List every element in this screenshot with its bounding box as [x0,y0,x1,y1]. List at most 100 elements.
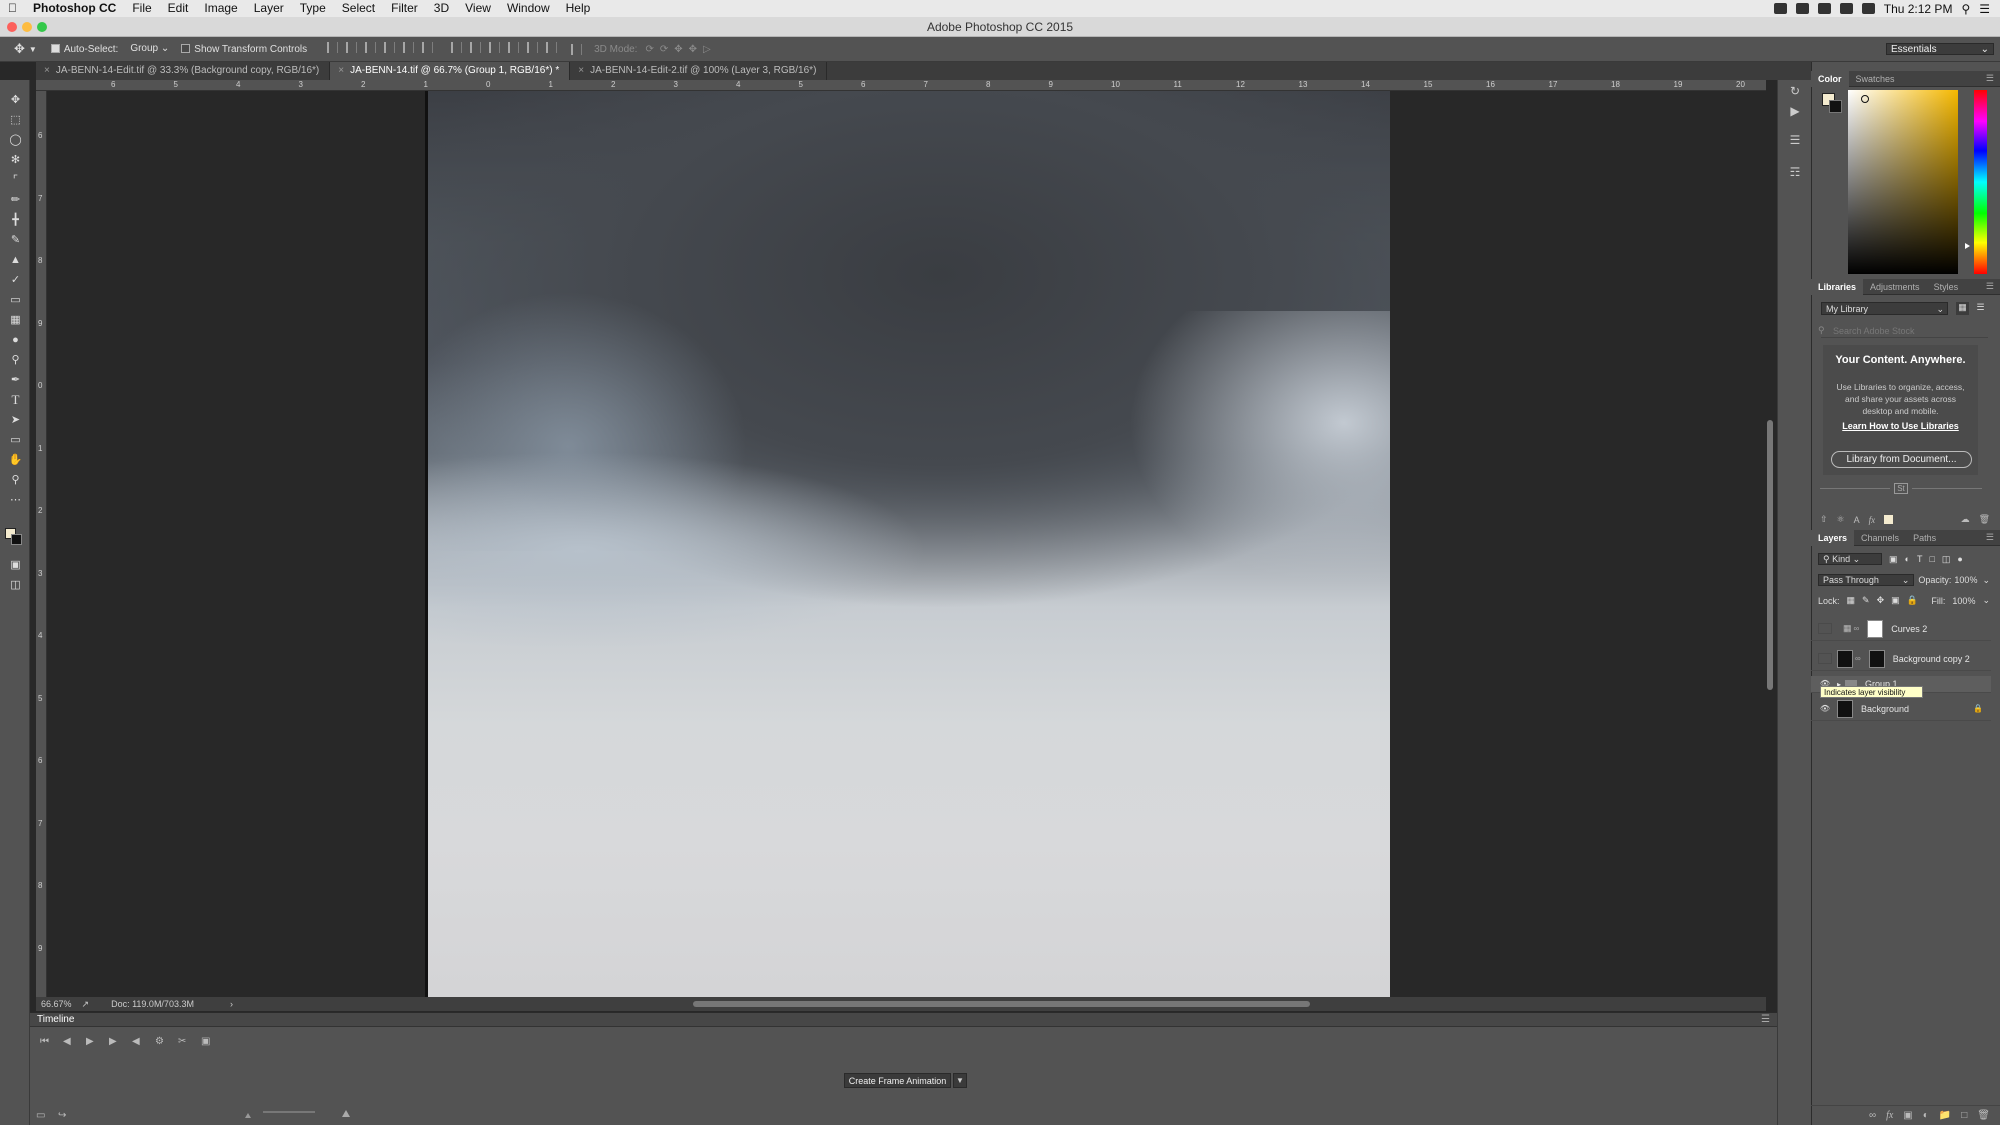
layer-mask-thumbnail[interactable] [1867,619,1884,638]
align-left-icon[interactable] [384,42,396,53]
play-icon[interactable]: ▶ [86,1036,94,1047]
menu-layer[interactable]: Layer [246,0,292,17]
new-layer-icon[interactable]: □ [1961,1110,1967,1121]
align-top-icon[interactable] [327,42,339,53]
filter-smart-object-icon[interactable]: ◫ [1942,554,1951,565]
distribute-hcenter-icon[interactable] [527,42,539,53]
visibility-toggle-empty[interactable] [1818,653,1832,664]
menu-filter[interactable]: Filter [383,0,426,17]
mask-link-icon[interactable]: ∞ [1855,654,1861,663]
distribute-top-icon[interactable] [451,42,463,53]
audio-icon[interactable]: ◀ [132,1036,140,1047]
render-icon[interactable]: ↪ [58,1110,66,1121]
align-vcenter-icon[interactable] [346,42,358,53]
settings-icon[interactable]: ⚙ [155,1036,164,1047]
new-group-icon[interactable]: 📁 [1939,1110,1951,1121]
distribute-right-icon[interactable] [546,42,558,53]
menu-window[interactable]: Window [499,0,558,17]
layer-name[interactable]: Curves 2 [1891,624,1927,634]
wifi-icon[interactable] [1861,3,1875,14]
actions-panel-icon[interactable]: ▶ [1787,104,1803,118]
airplay-icon[interactable] [1817,3,1831,14]
zoom-out-icon[interactable] [245,1112,251,1118]
dodge-tool-icon[interactable]: ⚲ [8,353,23,366]
apple-icon[interactable]:  [0,0,25,17]
3d-mode-icons[interactable]: ⟳⟳✥✥▷ [645,44,716,55]
new-adjustment-layer-icon[interactable]: ◐ [1923,1110,1929,1121]
tab-channels[interactable]: Channels [1854,530,1906,546]
edit-toolbar-icon[interactable]: ⋯ [8,493,23,506]
close-window-icon[interactable] [7,22,17,32]
color-saturation-field[interactable] [1848,90,1958,274]
hue-slider[interactable] [1974,90,1987,274]
close-tab-icon[interactable]: × [578,65,584,76]
grid-view-icon[interactable]: ▦ [1956,302,1969,315]
close-tab-icon[interactable]: × [338,65,344,76]
add-layer-style-icon[interactable]: fx [1886,1110,1893,1121]
app-menu[interactable]: Photoshop CC [25,0,124,17]
add-color-swatch[interactable] [1884,515,1894,524]
library-dropdown[interactable]: My Library ⌄ [1821,302,1948,315]
healing-brush-tool-icon[interactable]: ╋ [8,213,23,226]
creative-cloud-icon[interactable] [1795,3,1809,14]
tab-styles[interactable]: Styles [1927,279,1966,295]
quick-mask-icon[interactable]: ▣ [8,558,23,571]
opacity-value[interactable]: 100% [1954,575,1977,585]
export-icon[interactable]: ↗ [82,999,90,1010]
create-animation-dropdown-icon[interactable]: ▼ [953,1073,967,1088]
quick-selection-tool-icon[interactable]: ✻ [8,153,23,166]
history-brush-tool-icon[interactable]: ✓ [8,273,23,286]
eyedropper-tool-icon[interactable]: ✏ [8,193,23,206]
doc-tab-2[interactable]: × JA-BENN-14.tif @ 66.7% (Group 1, RGB/16… [330,62,571,80]
learn-libraries-link[interactable]: Learn How to Use Libraries [1823,421,1978,431]
properties-panel-icon[interactable]: ☰ [1787,133,1803,147]
history-panel-icon[interactable]: ↻ [1787,84,1803,98]
tab-libraries[interactable]: Libraries [1811,278,1864,295]
delete-layer-icon[interactable]: 🗑 [1977,1110,1990,1121]
layer-name[interactable]: Background copy 2 [1893,654,1970,664]
rectangle-tool-icon[interactable]: ▭ [8,433,23,446]
add-mask-icon[interactable]: ▣ [1903,1110,1912,1121]
layers-panel-menu-icon[interactable]: ☰ [1986,532,1994,543]
color-picker-handle[interactable] [1861,95,1869,103]
distribute-bottom-icon[interactable] [489,42,501,53]
vertical-scrollbar[interactable] [1767,420,1773,690]
transform-controls-checkbox[interactable] [181,44,191,54]
menu-image[interactable]: Image [196,0,245,17]
gradient-tool-icon[interactable]: ▦ [8,313,23,326]
auto-select-target-dropdown[interactable]: Group ⌄ [126,43,174,55]
clock[interactable]: Thu 2:12 PM [1884,2,1953,16]
status-menu-icon[interactable]: › [230,999,233,1009]
hand-tool-icon[interactable]: ✋ [8,453,23,466]
close-tab-icon[interactable]: × [44,65,50,76]
filter-pixel-icon[interactable]: ▣ [1889,554,1898,565]
tab-paths[interactable]: Paths [1906,530,1943,546]
eraser-tool-icon[interactable]: ▭ [8,293,23,306]
filter-adjustment-icon[interactable]: ◐ [1905,554,1910,564]
menu-edit[interactable]: Edit [160,0,197,17]
move-tool-icon[interactable]: ✥ [8,93,23,106]
eye-icon[interactable]: 👁 [1818,704,1832,714]
horizontal-scrollbar[interactable] [693,1001,1310,1007]
blur-tool-icon[interactable]: ● [8,333,23,346]
distribute-left-icon[interactable] [508,42,520,53]
visibility-toggle-empty[interactable] [1818,623,1832,634]
character-panel-icon[interactable]: ☶ [1787,165,1803,179]
library-from-document-button[interactable]: Library from Document... [1831,451,1972,468]
timeline-menu-icon[interactable]: ☰ [1761,1013,1770,1027]
lock-artboard-icon[interactable]: ▣ [1891,595,1900,606]
align-bottom-icon[interactable] [365,42,377,53]
background-color-swatch[interactable] [11,534,22,545]
notification-center-icon[interactable]: ☰ [1979,2,1990,16]
opacity-dropdown-icon[interactable]: ⌄ [1982,575,1990,586]
mask-link-icon[interactable]: ∞ [1854,624,1860,633]
menu-file[interactable]: File [124,0,159,17]
upload-icon[interactable]: ⇧ [1820,514,1828,525]
zoom-level[interactable]: 66.67% [41,999,72,1009]
layer-mask-thumbnail[interactable] [1868,649,1885,668]
fill-value[interactable]: 100% [1952,596,1975,606]
link-layers-icon[interactable]: ∞ [1869,1110,1876,1121]
tab-adjustments[interactable]: Adjustments [1863,279,1927,295]
layer-thumbnail[interactable] [1837,699,1853,718]
dropbox-icon[interactable] [1773,3,1787,14]
